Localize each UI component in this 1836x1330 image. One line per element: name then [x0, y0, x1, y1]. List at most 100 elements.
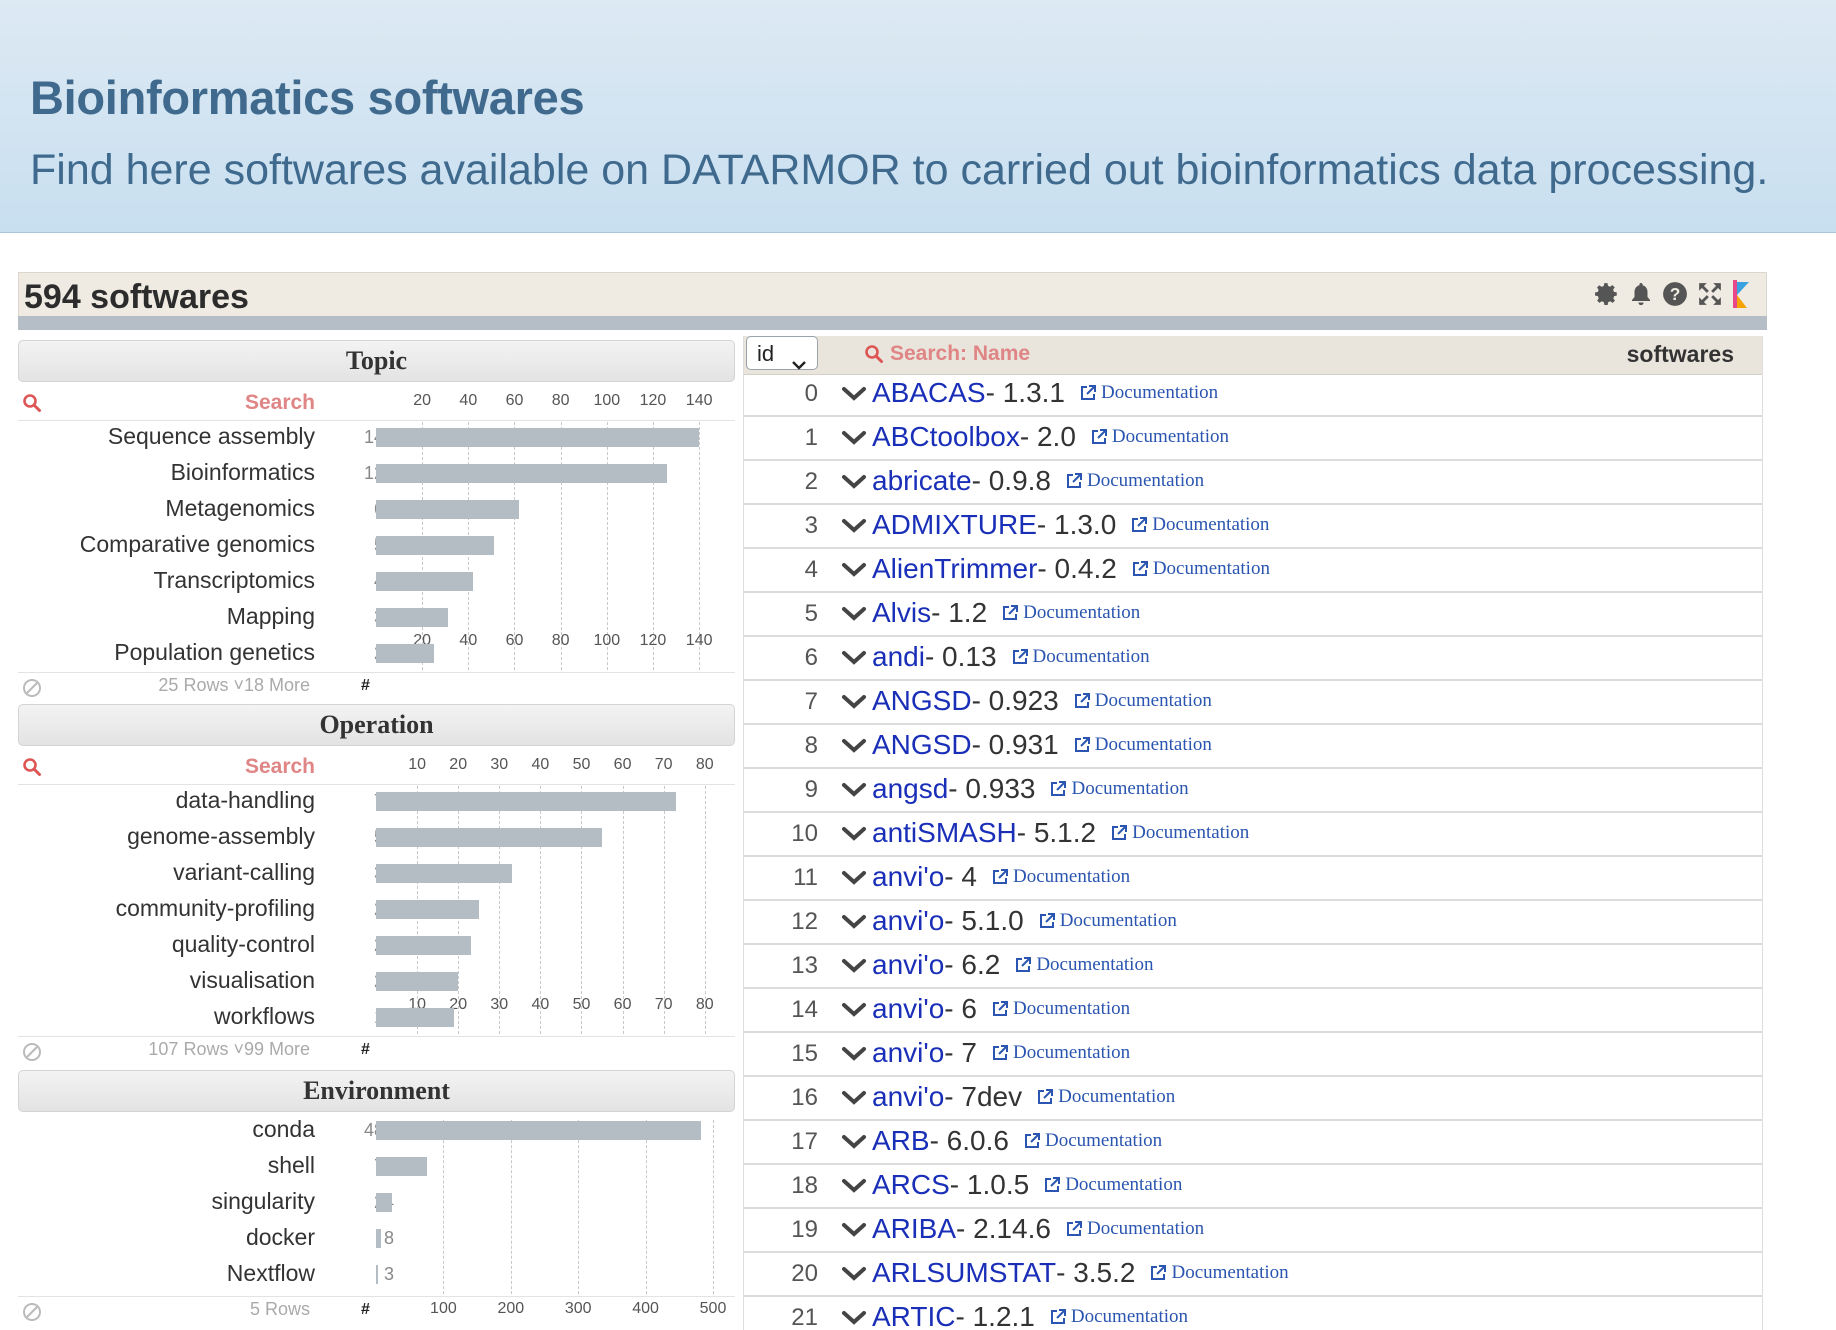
software-name-link[interactable]: ABCtoolbox — [872, 421, 1020, 453]
chevron-down-icon[interactable] — [841, 562, 867, 583]
facet-bar[interactable] — [376, 536, 494, 555]
facet-bar[interactable] — [376, 464, 667, 483]
chevron-down-icon[interactable] — [841, 430, 867, 451]
table-row[interactable]: 7 ANGSD - 0.923 Documentation — [744, 682, 1762, 725]
table-row[interactable]: 0 ABACAS - 1.3.1 Documentation — [744, 374, 1762, 417]
table-row[interactable]: 17 ARB - 6.0.6 Documentation — [744, 1122, 1762, 1165]
chevron-down-icon[interactable] — [841, 518, 867, 539]
documentation-link[interactable]: Documentation — [1014, 954, 1153, 976]
chevron-down-icon[interactable] — [841, 870, 867, 891]
facet-row-label[interactable]: Population genetics — [25, 639, 315, 666]
facet-bar[interactable] — [376, 500, 520, 519]
documentation-link[interactable]: Documentation — [991, 998, 1130, 1020]
software-name-link[interactable]: antiSMASH — [872, 817, 1017, 849]
table-row[interactable]: 12 anvi'o - 5.1.0 Documentation — [744, 902, 1762, 945]
chevron-down-icon[interactable] — [841, 782, 867, 803]
kibana-logo-icon[interactable] — [1732, 279, 1750, 309]
documentation-link[interactable]: Documentation — [1049, 778, 1189, 800]
sort-select[interactable]: id — [746, 336, 818, 370]
documentation-link[interactable]: Documentation — [1049, 1306, 1188, 1328]
facet-bar[interactable] — [376, 1193, 393, 1212]
software-name-link[interactable]: anvi'o — [872, 949, 944, 981]
chevron-down-icon[interactable] — [841, 606, 867, 627]
software-name-link[interactable]: ARLSUMSTAT — [872, 1257, 1056, 1289]
facet-bar[interactable] — [376, 900, 479, 919]
software-name-link[interactable]: angsd — [872, 773, 948, 805]
table-row[interactable]: 11 anvi'o - 4 Documentation — [744, 858, 1762, 901]
table-row[interactable]: 1 ABCtoolbox - 2.0 Documentation — [744, 418, 1762, 461]
documentation-link[interactable]: Documentation — [1130, 514, 1269, 536]
rows-more-link[interactable]: 25 Rows ˅18 More — [158, 675, 310, 696]
software-name-link[interactable]: ADMIXTURE — [872, 509, 1037, 541]
software-name-link[interactable]: andi — [872, 641, 925, 673]
table-row[interactable]: 13 anvi'o - 6.2 Documentation — [744, 946, 1762, 989]
documentation-link[interactable]: Documentation — [1110, 822, 1249, 844]
table-row[interactable]: 5 Alvis - 1.2 Documentation — [744, 594, 1762, 637]
table-row[interactable]: 21 ARTIC - 1.2.1 Documentation — [744, 1298, 1762, 1330]
documentation-link[interactable]: Documentation — [1065, 1218, 1204, 1240]
documentation-link[interactable]: Documentation — [1079, 382, 1218, 404]
software-name-link[interactable]: ANGSD — [872, 729, 972, 761]
table-row[interactable]: 6 andi - 0.13 Documentation — [744, 638, 1762, 681]
software-name-link[interactable]: ARB — [872, 1125, 930, 1157]
chevron-down-icon[interactable] — [841, 1310, 867, 1330]
facet-row-label[interactable]: visualisation — [25, 967, 315, 994]
facet-row-label[interactable]: Bioinformatics — [25, 459, 315, 486]
documentation-link[interactable]: Documentation — [1131, 558, 1270, 580]
table-row[interactable]: 14 anvi'o - 6 Documentation — [744, 990, 1762, 1033]
expand-icon[interactable] — [1697, 281, 1723, 307]
chevron-down-icon[interactable] — [841, 474, 867, 495]
chevron-down-icon[interactable] — [841, 738, 867, 759]
sort-hash[interactable]: # — [361, 1301, 370, 1319]
table-row[interactable]: 15 anvi'o - 7 Documentation — [744, 1034, 1762, 1077]
facet-row-label[interactable]: Metagenomics — [25, 495, 315, 522]
facet-row-label[interactable]: quality-control — [25, 931, 315, 958]
documentation-link[interactable]: Documentation — [1011, 646, 1150, 668]
sort-hash[interactable]: # — [361, 677, 370, 695]
documentation-link[interactable]: Documentation — [1036, 1086, 1175, 1108]
facet-row-label[interactable]: Nextflow — [25, 1260, 315, 1287]
table-row[interactable]: 18 ARCS - 1.0.5 Documentation — [744, 1166, 1762, 1209]
documentation-link[interactable]: Documentation — [1073, 690, 1212, 712]
chevron-down-icon[interactable] — [841, 958, 867, 979]
table-row[interactable]: 10 antiSMASH - 5.1.2 Documentation — [744, 814, 1762, 857]
facet-row-label[interactable]: singularity — [25, 1188, 315, 1215]
facet-bar[interactable] — [376, 828, 603, 847]
chevron-down-icon[interactable] — [841, 1178, 867, 1199]
software-name-link[interactable]: ARTIC — [872, 1301, 956, 1330]
facet-row-label[interactable]: docker — [25, 1224, 315, 1251]
clear-filter-icon[interactable] — [22, 1042, 42, 1067]
facet-row-label[interactable]: community-profiling — [25, 895, 315, 922]
chevron-down-icon[interactable] — [841, 1134, 867, 1155]
software-name-link[interactable]: ARIBA — [872, 1213, 956, 1245]
chevron-down-icon[interactable] — [841, 694, 867, 715]
facet-row-label[interactable]: Transcriptomics — [25, 567, 315, 594]
facet-bar[interactable] — [376, 1008, 455, 1027]
facet-row-label[interactable]: Sequence assembly — [25, 423, 315, 450]
gear-icon[interactable] — [1594, 281, 1620, 307]
software-name-link[interactable]: abricate — [872, 465, 972, 497]
clear-filter-icon[interactable] — [22, 678, 42, 703]
table-row[interactable]: 16 anvi'o - 7dev Documentation — [744, 1078, 1762, 1121]
clear-filter-icon[interactable] — [22, 1302, 42, 1327]
chevron-down-icon[interactable] — [841, 386, 867, 407]
facet-bar[interactable] — [376, 1121, 701, 1140]
documentation-link[interactable]: Documentation — [1038, 910, 1177, 932]
documentation-link[interactable]: Documentation — [1023, 1130, 1162, 1152]
software-name-link[interactable]: AlienTrimmer — [872, 553, 1037, 585]
software-name-link[interactable]: anvi'o — [872, 905, 944, 937]
facet-bar[interactable] — [376, 1157, 428, 1176]
facet-bar[interactable] — [376, 644, 434, 663]
facet-row-label[interactable]: Comparative genomics — [25, 531, 315, 558]
chevron-down-icon[interactable] — [841, 1222, 867, 1243]
documentation-link[interactable]: Documentation — [1001, 602, 1140, 624]
bell-icon[interactable] — [1629, 281, 1653, 307]
software-name-link[interactable]: anvi'o — [872, 861, 944, 893]
chevron-down-icon[interactable] — [841, 1090, 867, 1111]
name-search[interactable]: Search: Name — [864, 342, 1030, 366]
help-icon[interactable]: ? — [1662, 281, 1688, 307]
rows-more-link[interactable]: 107 Rows ˅99 More — [148, 1039, 310, 1060]
facet-row-label[interactable]: shell — [25, 1152, 315, 1179]
documentation-link[interactable]: Documentation — [991, 1042, 1130, 1064]
chevron-down-icon[interactable] — [841, 826, 867, 847]
